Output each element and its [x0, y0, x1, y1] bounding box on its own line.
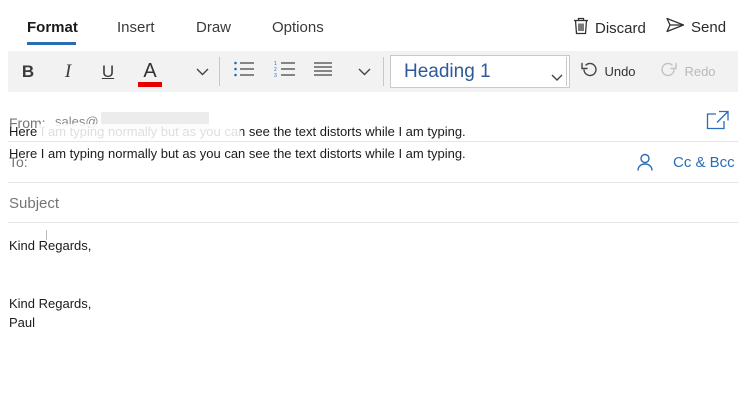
distorted-text-mask [38, 124, 240, 140]
subject-input[interactable]: Subject [9, 195, 59, 212]
cc-bcc-button[interactable]: Cc & Bcc [673, 154, 735, 171]
numbered-list-button[interactable]: 1 2 3 [273, 51, 297, 92]
tab-draw[interactable]: Draw [196, 19, 231, 36]
paragraph-style-select[interactable]: Heading 1 [390, 55, 570, 88]
bold-button[interactable]: B [18, 51, 38, 92]
bullet-list-icon [233, 60, 255, 83]
subject-row[interactable]: Subject [8, 183, 738, 223]
paragraph-options-chevron[interactable] [354, 51, 374, 92]
body-line: Kind Regards, [9, 238, 92, 253]
undo-label: Undo [604, 64, 636, 79]
tab-insert[interactable]: Insert [117, 19, 155, 36]
discard-button[interactable]: Discard [573, 17, 646, 39]
distorted-text-line: Here I am typing normally but as you can… [9, 146, 466, 161]
numbered-list-icon: 1 2 3 [274, 60, 296, 83]
style-value: Heading 1 [404, 60, 491, 82]
send-button[interactable]: Send [666, 17, 726, 37]
active-tab-indicator [27, 42, 76, 45]
bullet-list-button[interactable] [232, 51, 256, 92]
body-line: Paul [9, 315, 36, 330]
popout-button[interactable] [706, 110, 730, 135]
toolbar-divider [566, 57, 567, 86]
send-icon [666, 17, 685, 37]
toolbar-divider [383, 57, 384, 86]
popout-icon [706, 110, 730, 134]
send-label: Send [691, 18, 727, 36]
chevron-down-icon [358, 63, 371, 81]
redo-label: Redo [684, 64, 716, 79]
toolbar-divider [219, 57, 220, 86]
font-options-chevron[interactable] [192, 51, 212, 92]
redo-icon [660, 61, 678, 82]
discard-label: Discard [595, 19, 646, 37]
add-contact-button[interactable] [637, 153, 653, 176]
font-color-swatch [138, 81, 162, 87]
person-icon [637, 153, 653, 175]
undo-button[interactable]: Undo [576, 51, 640, 92]
tab-options[interactable]: Options [272, 19, 324, 36]
undo-icon [580, 61, 598, 82]
body-line: Kind Regards, [9, 296, 92, 311]
trash-icon [573, 17, 589, 39]
format-toolbar: B I U A 1 2 3 Heading 1 Undo Redo [8, 51, 738, 92]
underline-button[interactable]: U [98, 51, 118, 92]
ribbon-tabs: Format Insert Draw Options Discard Send [0, 0, 752, 50]
svg-text:3: 3 [274, 73, 277, 78]
chevron-down-icon [196, 63, 209, 81]
align-left-icon [313, 61, 333, 82]
italic-button[interactable]: I [58, 51, 78, 92]
chevron-down-icon [551, 66, 563, 88]
redo-button[interactable]: Redo [656, 51, 720, 92]
font-color-button[interactable]: A [136, 51, 164, 92]
message-body[interactable]: Kind Regards, Kind Regards, Paul [9, 230, 729, 390]
font-color-letter: A [143, 59, 157, 82]
align-button[interactable] [311, 51, 335, 92]
tab-format[interactable]: Format [27, 19, 78, 36]
